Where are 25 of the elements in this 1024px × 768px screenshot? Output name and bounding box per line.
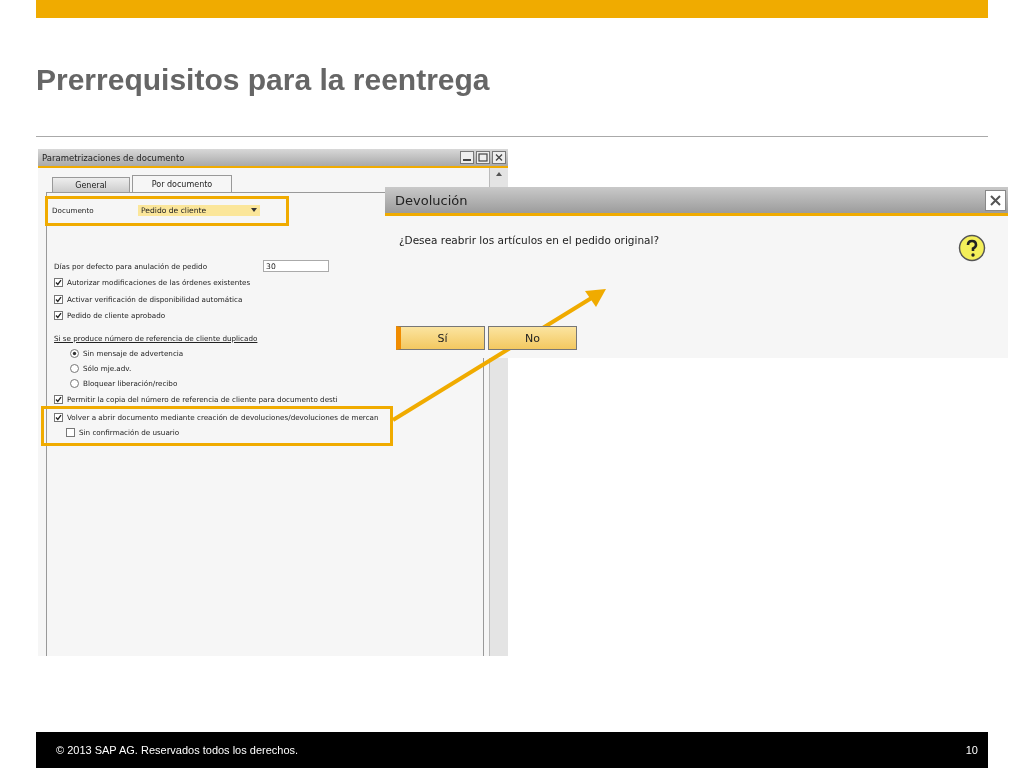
window-title: Parametrizaciones de documento <box>42 152 185 163</box>
checkbox[interactable] <box>54 413 63 422</box>
slide-title: Prerrequisitos para la reentrega <box>36 62 490 98</box>
tab[interactable]: Por documento <box>132 175 232 192</box>
dialog-title: Devolución <box>395 192 468 208</box>
close-icon[interactable] <box>985 189 1006 211</box>
question-icon <box>958 234 986 262</box>
dialog-button[interactable]: No <box>488 326 577 350</box>
radio-button[interactable] <box>70 363 79 373</box>
radio-button[interactable] <box>70 348 79 358</box>
checkbox[interactable] <box>54 294 63 304</box>
checkbox[interactable] <box>54 395 63 404</box>
maximize-icon[interactable] <box>476 151 490 164</box>
caret-icon <box>251 208 257 212</box>
dialog-button[interactable]: Sí <box>396 326 485 350</box>
copyright-text: © 2013 SAP AG. Reservados todos los derechos. <box>56 744 299 756</box>
minimize-icon[interactable] <box>460 151 474 164</box>
checkbox[interactable] <box>54 278 63 287</box>
page-number: 10 <box>965 744 978 756</box>
checkbox[interactable] <box>66 428 75 437</box>
close-icon[interactable] <box>492 151 506 164</box>
dialog-message: ¿Desea reabrir los artículos en el pedido original? <box>399 234 659 248</box>
checkbox[interactable] <box>54 311 63 320</box>
tab[interactable]: General <box>52 177 130 192</box>
radio-button[interactable] <box>70 378 79 388</box>
